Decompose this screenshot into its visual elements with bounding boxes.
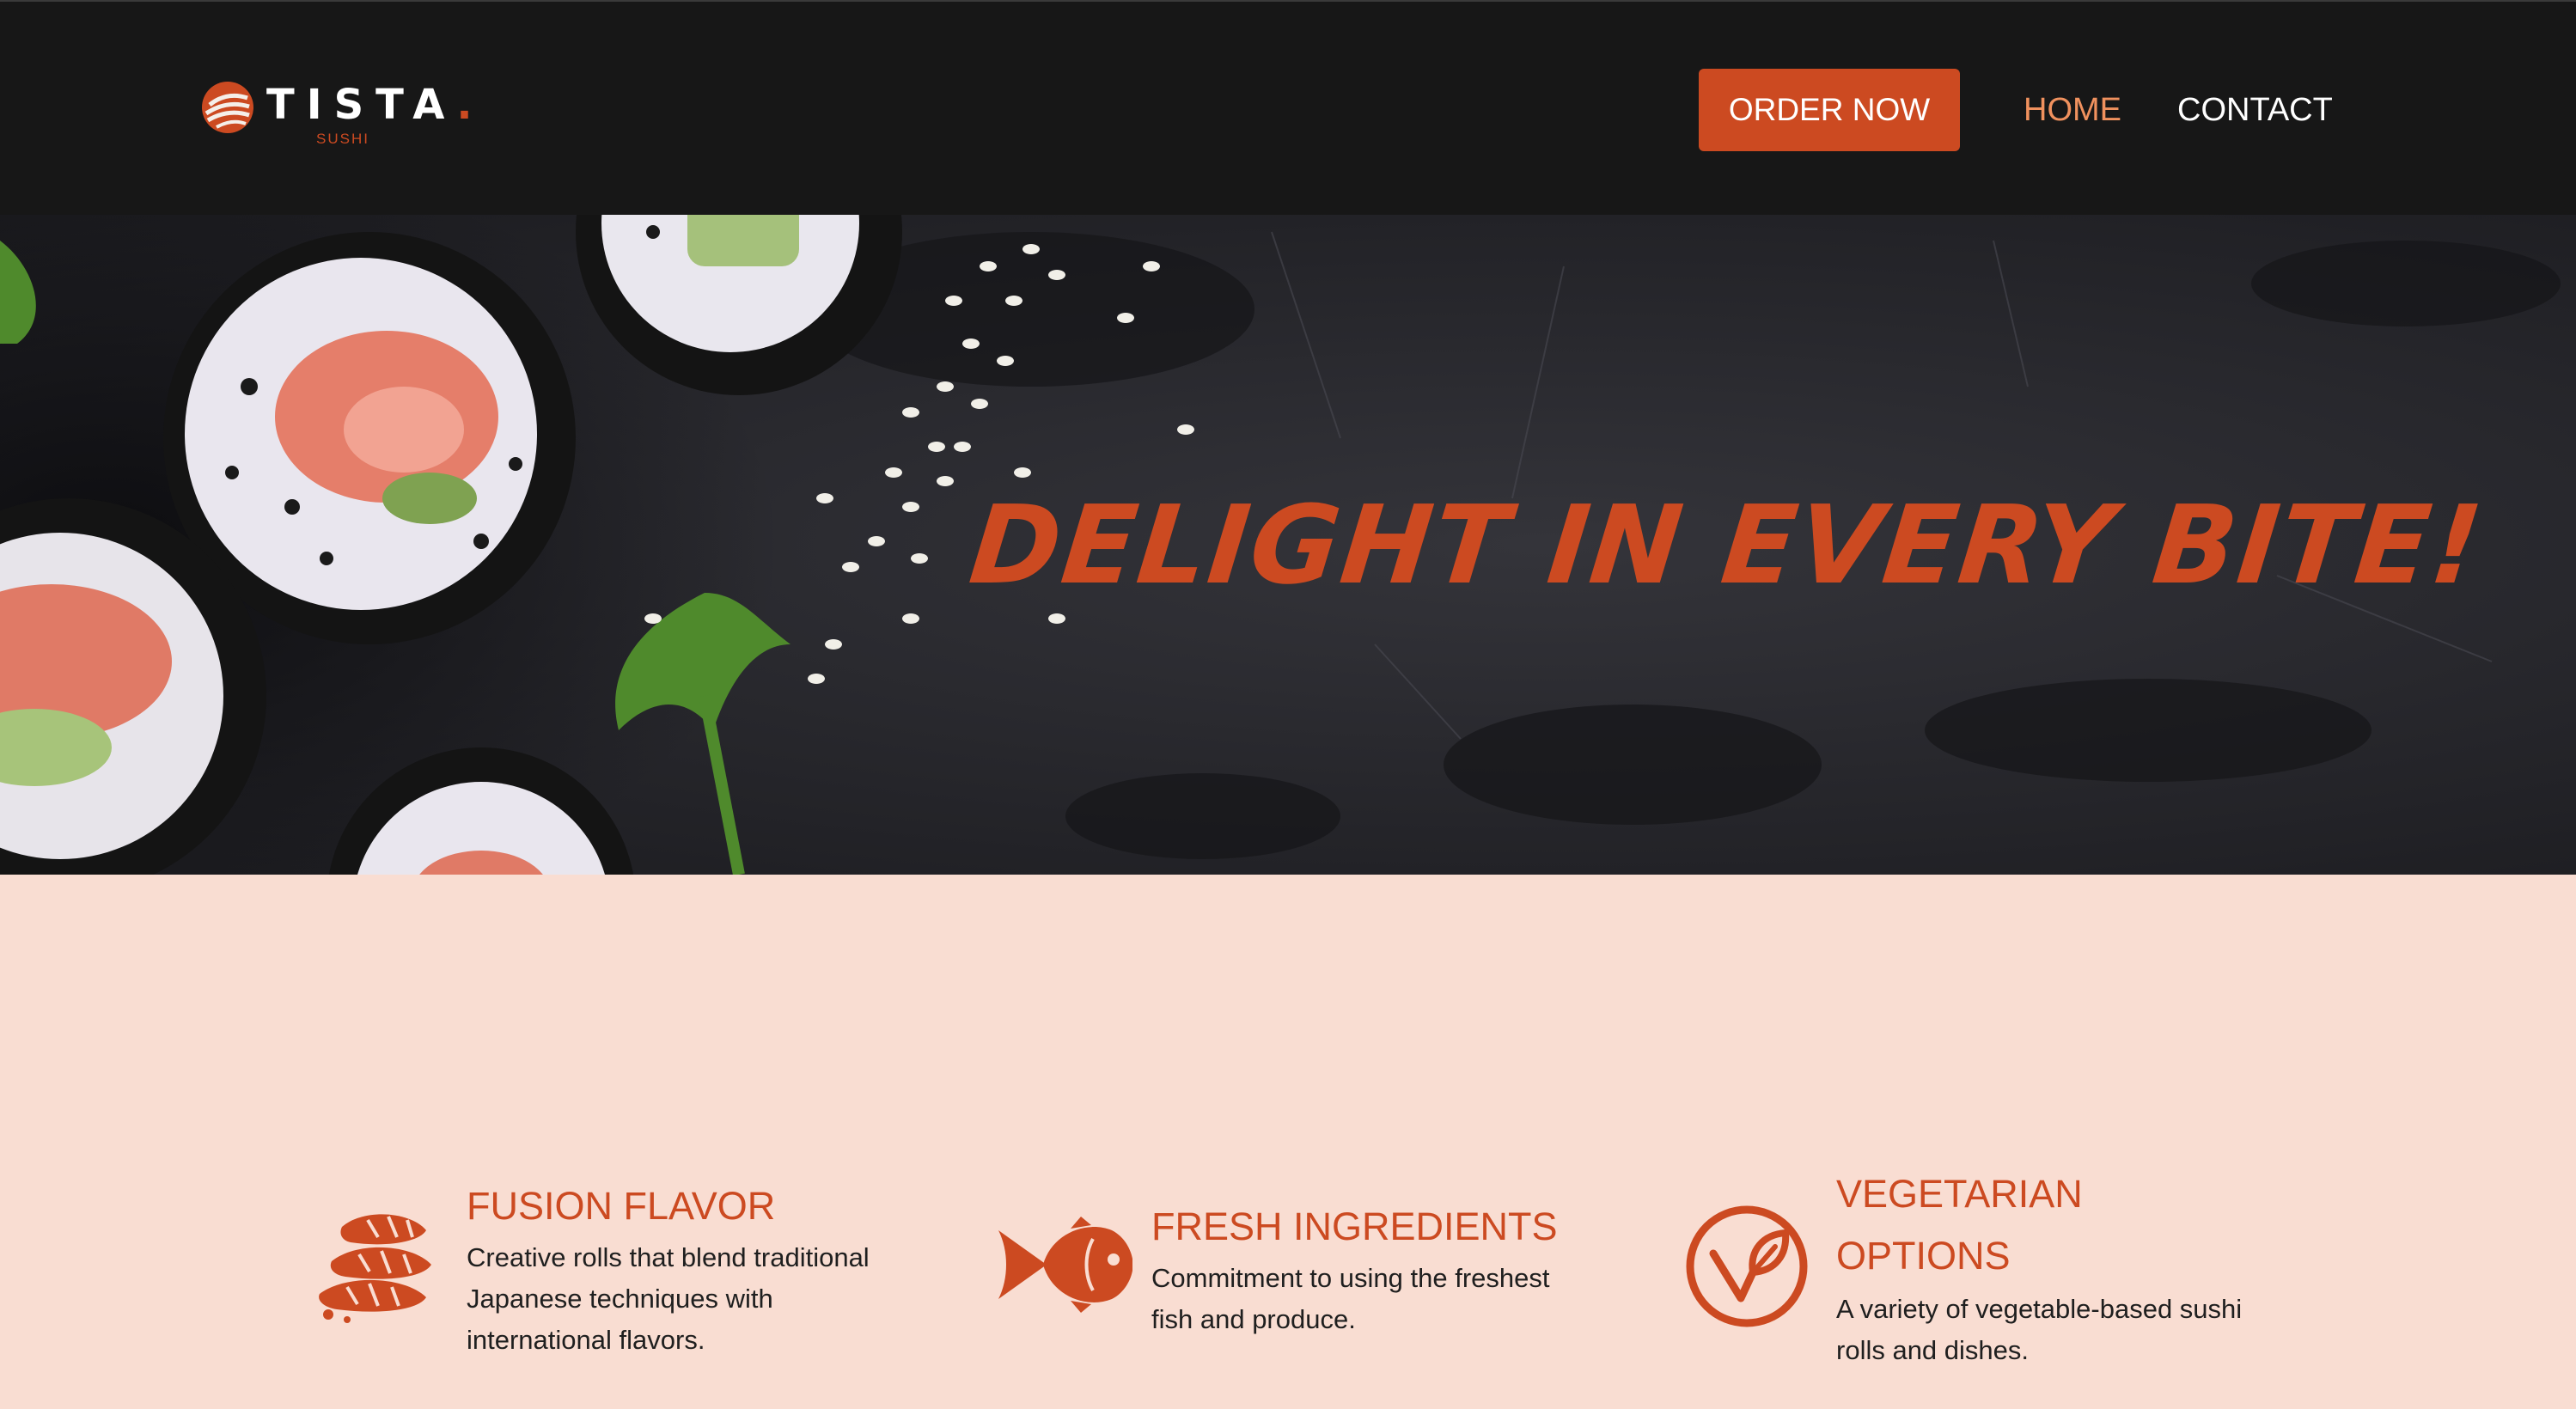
brand-name: TISTA.	[266, 81, 473, 129]
brand-tagline: SUSHI	[316, 131, 369, 147]
feature-title: VEGETARIAN OPTIONS	[1836, 1172, 2083, 1278]
brand-dot: .	[456, 81, 473, 129]
hero-headline: DELIGHT IN EVERY BITE!	[964, 482, 2490, 608]
brand-name-text: TISTA	[266, 81, 457, 129]
feature-title: FRESH INGREDIENTS	[1151, 1205, 1558, 1248]
features-section: FUSION FLAVOR Creative rolls that blend …	[0, 875, 2576, 1409]
sushi-logo-icon	[202, 82, 253, 133]
feature-description: Commitment to using the freshest fish an…	[1151, 1263, 1550, 1334]
feature-description: Creative rolls that blend traditional Ja…	[467, 1242, 870, 1355]
logo-text: TISTA. SUSHI	[266, 81, 473, 149]
feature-description: A variety of vegetable-based sushi rolls…	[1836, 1294, 2243, 1365]
site-header: TISTA. SUSHI ORDER NOW HOME CONTACT	[0, 0, 2576, 215]
sushi-nigiri-icon	[319, 1214, 431, 1323]
hero-banner: DELIGHT IN EVERY BITE!	[0, 215, 2576, 875]
vegetarian-leaf-icon	[1686, 1205, 1808, 1327]
nav-link-contact[interactable]: CONTACT	[2177, 88, 2333, 131]
fish-icon	[998, 1217, 1132, 1313]
order-now-button[interactable]: ORDER NOW	[1699, 69, 1960, 151]
brand-logo[interactable]: TISTA. SUSHI	[201, 81, 473, 149]
feature-title: FUSION FLAVOR	[467, 1184, 776, 1228]
nav-link-home[interactable]: HOME	[2024, 88, 2121, 131]
